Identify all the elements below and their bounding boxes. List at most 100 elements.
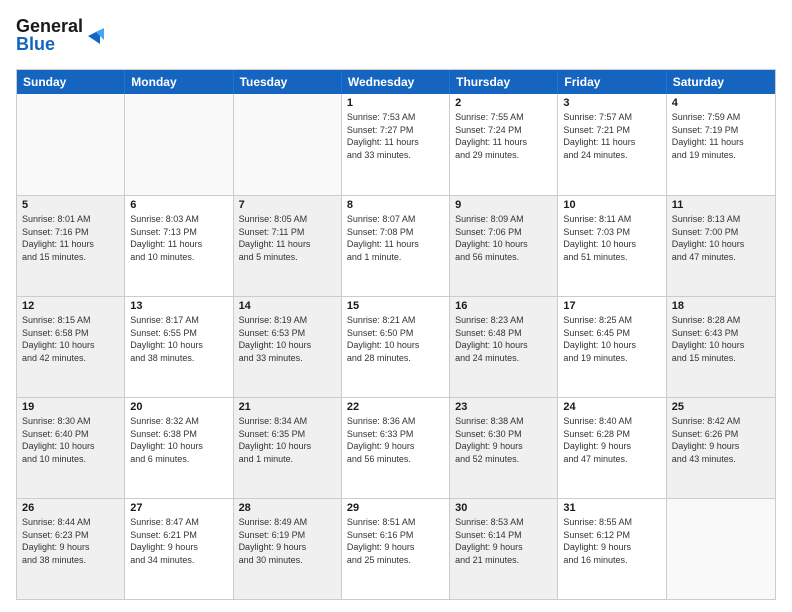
day-cell-7: 7Sunrise: 8:05 AM Sunset: 7:11 PM Daylig… — [234, 196, 342, 296]
day-cell-25: 25 Sunrise: 8:42 AM Sunset: 6:26 PM Dayli… — [667, 398, 775, 498]
day-cell-4: 4 Sunrise: 7:59 AM Sunset: 7:19 PM Daylig… — [667, 94, 775, 195]
weekday-header-tuesday: Tuesday — [234, 70, 342, 94]
day-info: Sunrise: 8:36 AM Sunset: 6:33 PM Dayligh… — [347, 415, 444, 465]
day-number: 8 — [347, 199, 444, 211]
calendar-row-0: 1 Sunrise: 7:53 AM Sunset: 7:27 PM Daylig… — [17, 94, 775, 195]
day-info: Sunrise: 8:03 AM Sunset: 7:13 PM Dayligh… — [130, 213, 227, 263]
day-cell-20: 20Sunrise: 8:32 AM Sunset: 6:38 PM Dayli… — [125, 398, 233, 498]
day-cell-21: 21Sunrise: 8:34 AM Sunset: 6:35 PM Dayli… — [234, 398, 342, 498]
day-cell-26: 26 Sunrise: 8:44 AM Sunset: 6:23 PM Dayli… — [17, 499, 125, 599]
day-number: 3 — [563, 97, 660, 109]
day-info: Sunrise: 8:28 AM Sunset: 6:43 PM Dayligh… — [672, 314, 770, 364]
day-cell-3: 3Sunrise: 7:57 AM Sunset: 7:21 PM Daylig… — [558, 94, 666, 195]
calendar-body: 1 Sunrise: 7:53 AM Sunset: 7:27 PM Daylig… — [17, 94, 775, 599]
day-cell-2: 2Sunrise: 7:55 AM Sunset: 7:24 PM Daylig… — [450, 94, 558, 195]
empty-cell-0-2 — [234, 94, 342, 195]
day-info: Sunrise: 8:07 AM Sunset: 7:08 PM Dayligh… — [347, 213, 444, 263]
day-number: 6 — [130, 199, 227, 211]
day-info: Sunrise: 8:42 AM Sunset: 6:26 PM Dayligh… — [672, 415, 770, 465]
calendar-header: SundayMondayTuesdayWednesdayThursdayFrid… — [17, 70, 775, 94]
day-number: 5 — [22, 199, 119, 211]
day-cell-9: 9 Sunrise: 8:09 AM Sunset: 7:06 PM Daylig… — [450, 196, 558, 296]
empty-cell-0-1 — [125, 94, 233, 195]
day-info: Sunrise: 8:53 AM Sunset: 6:14 PM Dayligh… — [455, 516, 552, 566]
day-cell-22: 22 Sunrise: 8:36 AM Sunset: 6:33 PM Dayli… — [342, 398, 450, 498]
day-number: 19 — [22, 401, 119, 413]
day-info: Sunrise: 8:47 AM Sunset: 6:21 PM Dayligh… — [130, 516, 227, 566]
calendar-row-2: 12 Sunrise: 8:15 AM Sunset: 6:58 PM Dayli… — [17, 296, 775, 397]
day-cell-11: 11Sunrise: 8:13 AM Sunset: 7:00 PM Dayli… — [667, 196, 775, 296]
day-cell-18: 18 Sunrise: 8:28 AM Sunset: 6:43 PM Dayli… — [667, 297, 775, 397]
day-info: Sunrise: 8:51 AM Sunset: 6:16 PM Dayligh… — [347, 516, 444, 566]
logo-icon: General Blue — [16, 12, 106, 56]
day-info: Sunrise: 8:13 AM Sunset: 7:00 PM Dayligh… — [672, 213, 770, 263]
day-info: Sunrise: 8:17 AM Sunset: 6:55 PM Dayligh… — [130, 314, 227, 364]
day-number: 18 — [672, 300, 770, 312]
day-cell-8: 8 Sunrise: 8:07 AM Sunset: 7:08 PM Daylig… — [342, 196, 450, 296]
day-cell-6: 6 Sunrise: 8:03 AM Sunset: 7:13 PM Daylig… — [125, 196, 233, 296]
day-cell-19: 19 Sunrise: 8:30 AM Sunset: 6:40 PM Dayli… — [17, 398, 125, 498]
day-cell-27: 27Sunrise: 8:47 AM Sunset: 6:21 PM Dayli… — [125, 499, 233, 599]
header: General Blue — [16, 12, 776, 61]
weekday-header-friday: Friday — [558, 70, 666, 94]
day-number: 13 — [130, 300, 227, 312]
day-info: Sunrise: 8:09 AM Sunset: 7:06 PM Dayligh… — [455, 213, 552, 263]
day-info: Sunrise: 8:30 AM Sunset: 6:40 PM Dayligh… — [22, 415, 119, 465]
page: General Blue SundayMondayTuesdayWednesda… — [0, 0, 792, 612]
day-cell-14: 14Sunrise: 8:19 AM Sunset: 6:53 PM Dayli… — [234, 297, 342, 397]
calendar-row-3: 19 Sunrise: 8:30 AM Sunset: 6:40 PM Dayli… — [17, 397, 775, 498]
weekday-header-wednesday: Wednesday — [342, 70, 450, 94]
day-cell-17: 17 Sunrise: 8:25 AM Sunset: 6:45 PM Dayli… — [558, 297, 666, 397]
day-info: Sunrise: 7:53 AM Sunset: 7:27 PM Dayligh… — [347, 111, 444, 161]
day-number: 10 — [563, 199, 660, 211]
day-number: 25 — [672, 401, 770, 413]
day-number: 9 — [455, 199, 552, 211]
day-info: Sunrise: 8:44 AM Sunset: 6:23 PM Dayligh… — [22, 516, 119, 566]
svg-text:Blue: Blue — [16, 34, 55, 54]
day-info: Sunrise: 7:59 AM Sunset: 7:19 PM Dayligh… — [672, 111, 770, 161]
day-info: Sunrise: 8:11 AM Sunset: 7:03 PM Dayligh… — [563, 213, 660, 263]
day-number: 16 — [455, 300, 552, 312]
day-info: Sunrise: 8:19 AM Sunset: 6:53 PM Dayligh… — [239, 314, 336, 364]
calendar-row-1: 5 Sunrise: 8:01 AM Sunset: 7:16 PM Daylig… — [17, 195, 775, 296]
empty-cell-4-6 — [667, 499, 775, 599]
day-cell-16: 16Sunrise: 8:23 AM Sunset: 6:48 PM Dayli… — [450, 297, 558, 397]
day-info: Sunrise: 8:01 AM Sunset: 7:16 PM Dayligh… — [22, 213, 119, 263]
day-info: Sunrise: 8:40 AM Sunset: 6:28 PM Dayligh… — [563, 415, 660, 465]
calendar-row-4: 26 Sunrise: 8:44 AM Sunset: 6:23 PM Dayli… — [17, 498, 775, 599]
day-number: 1 — [347, 97, 444, 109]
day-number: 22 — [347, 401, 444, 413]
weekday-header-saturday: Saturday — [667, 70, 775, 94]
day-cell-13: 13 Sunrise: 8:17 AM Sunset: 6:55 PM Dayli… — [125, 297, 233, 397]
day-cell-12: 12 Sunrise: 8:15 AM Sunset: 6:58 PM Dayli… — [17, 297, 125, 397]
weekday-header-monday: Monday — [125, 70, 233, 94]
day-info: Sunrise: 8:15 AM Sunset: 6:58 PM Dayligh… — [22, 314, 119, 364]
day-number: 26 — [22, 502, 119, 514]
day-cell-5: 5 Sunrise: 8:01 AM Sunset: 7:16 PM Daylig… — [17, 196, 125, 296]
day-info: Sunrise: 8:25 AM Sunset: 6:45 PM Dayligh… — [563, 314, 660, 364]
day-number: 17 — [563, 300, 660, 312]
day-cell-24: 24Sunrise: 8:40 AM Sunset: 6:28 PM Dayli… — [558, 398, 666, 498]
day-info: Sunrise: 8:38 AM Sunset: 6:30 PM Dayligh… — [455, 415, 552, 465]
day-number: 30 — [455, 502, 552, 514]
day-number: 12 — [22, 300, 119, 312]
day-cell-15: 15Sunrise: 8:21 AM Sunset: 6:50 PM Dayli… — [342, 297, 450, 397]
day-cell-28: 28Sunrise: 8:49 AM Sunset: 6:19 PM Dayli… — [234, 499, 342, 599]
weekday-header-sunday: Sunday — [17, 70, 125, 94]
day-info: Sunrise: 8:55 AM Sunset: 6:12 PM Dayligh… — [563, 516, 660, 566]
calendar: SundayMondayTuesdayWednesdayThursdayFrid… — [16, 69, 776, 600]
empty-cell-0-0 — [17, 94, 125, 195]
day-number: 29 — [347, 502, 444, 514]
day-cell-29: 29 Sunrise: 8:51 AM Sunset: 6:16 PM Dayli… — [342, 499, 450, 599]
day-cell-31: 31Sunrise: 8:55 AM Sunset: 6:12 PM Dayli… — [558, 499, 666, 599]
day-cell-1: 1 Sunrise: 7:53 AM Sunset: 7:27 PM Daylig… — [342, 94, 450, 195]
day-number: 4 — [672, 97, 770, 109]
day-number: 7 — [239, 199, 336, 211]
day-info: Sunrise: 8:32 AM Sunset: 6:38 PM Dayligh… — [130, 415, 227, 465]
day-cell-10: 10 Sunrise: 8:11 AM Sunset: 7:03 PM Dayli… — [558, 196, 666, 296]
day-number: 15 — [347, 300, 444, 312]
day-cell-23: 23 Sunrise: 8:38 AM Sunset: 6:30 PM Dayli… — [450, 398, 558, 498]
day-number: 23 — [455, 401, 552, 413]
day-info: Sunrise: 8:34 AM Sunset: 6:35 PM Dayligh… — [239, 415, 336, 465]
day-cell-30: 30 Sunrise: 8:53 AM Sunset: 6:14 PM Dayli… — [450, 499, 558, 599]
